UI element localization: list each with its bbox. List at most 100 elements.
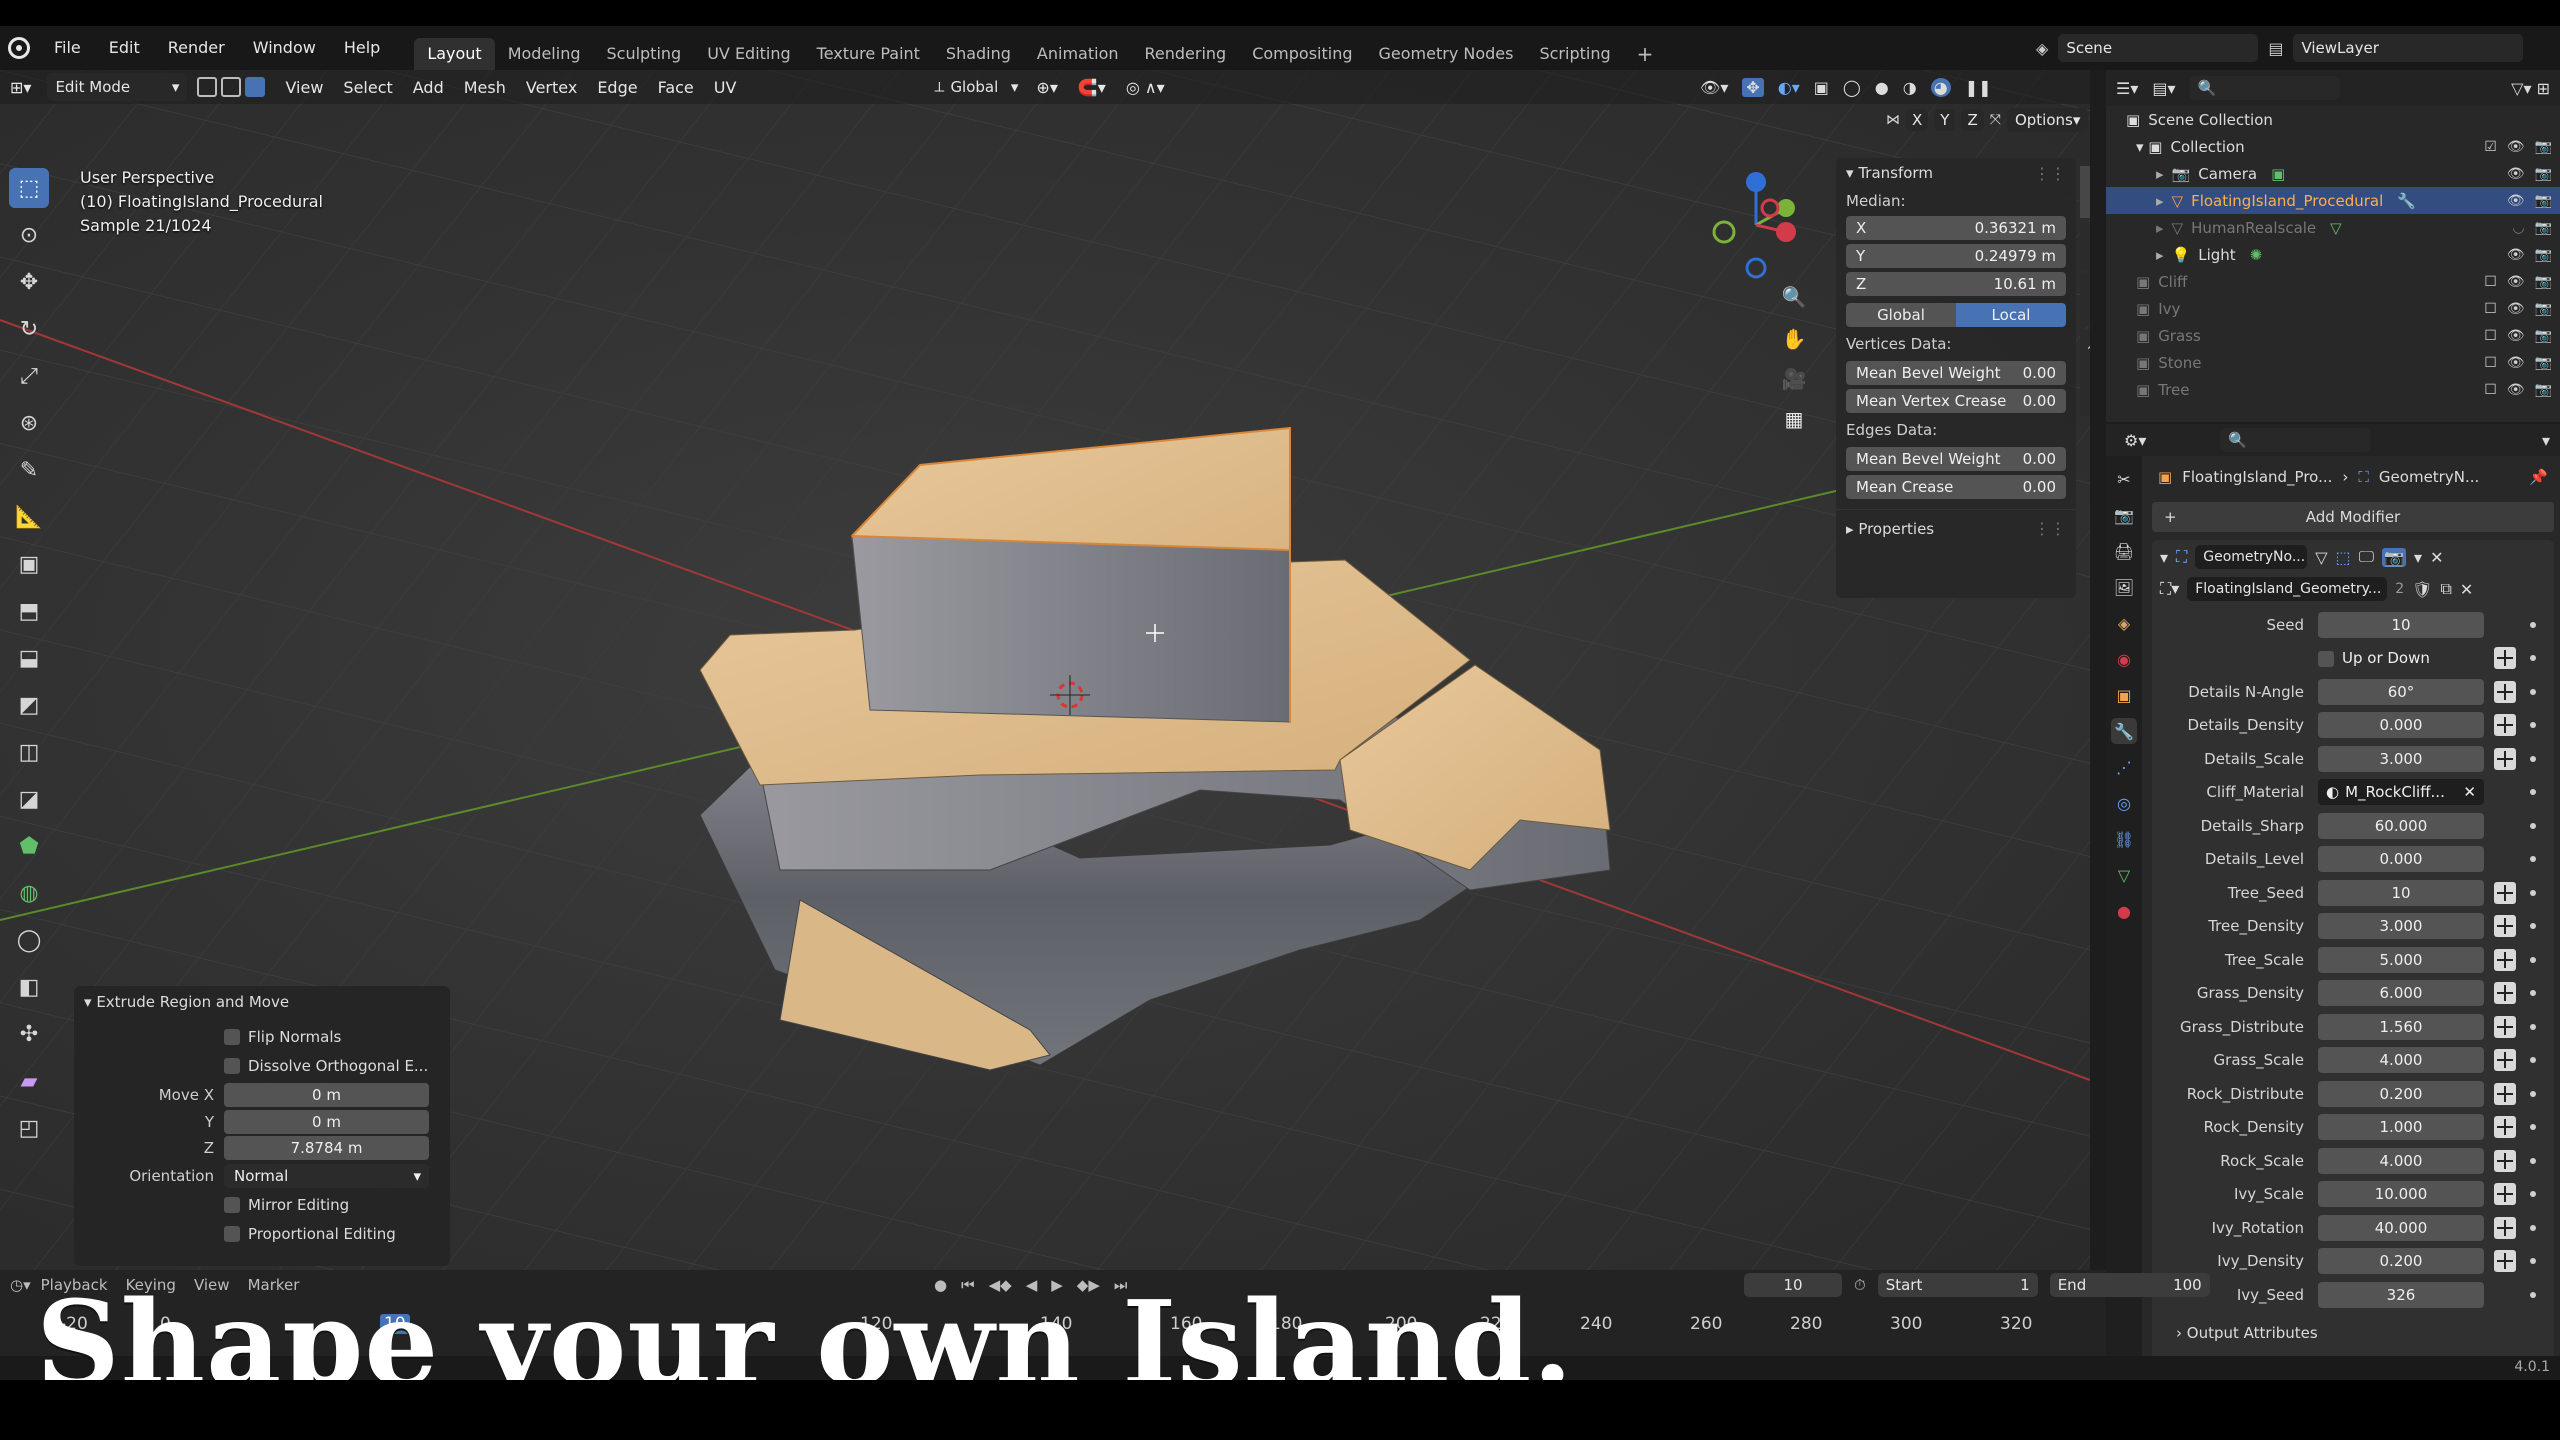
keyframe-dot-icon[interactable] [2530, 889, 2536, 896]
checkbox-icon[interactable]: ☐ [2484, 355, 2497, 371]
keyframe-dot-icon[interactable] [2530, 688, 2536, 695]
object-tab-icon[interactable]: ▣ [2111, 682, 2137, 708]
eye-icon[interactable]: 👁 [2507, 139, 2525, 155]
vertex-select-icon[interactable] [197, 77, 218, 97]
up-or-down-checkbox[interactable]: Up or Down [2318, 645, 2484, 671]
on-cage-icon[interactable]: ⬚ [2336, 548, 2351, 567]
attribute-toggle-icon[interactable] [2494, 1216, 2516, 1239]
move-tool-icon[interactable]: ✥ [9, 262, 49, 302]
keyframe-dot-icon[interactable] [2530, 856, 2536, 863]
keyframe-dot-icon[interactable] [2530, 655, 2536, 662]
keyframe-dot-icon[interactable] [2530, 621, 2536, 628]
outliner-search-input[interactable]: 🔍 [2189, 76, 2340, 100]
camera-render-icon[interactable]: 📷 [2535, 274, 2552, 290]
auto-merge-icon[interactable]: ⤧ [1990, 112, 2001, 128]
pin-dropdown-icon[interactable]: ▾ [2542, 431, 2550, 450]
blender-logo-icon[interactable] [8, 37, 30, 59]
transform-tool-icon[interactable]: ⊛ [9, 403, 49, 443]
tab-texture-paint[interactable]: Texture Paint [804, 38, 933, 70]
collection-row-ivy[interactable]: ▣ Ivy ☐ 👁 📷 [2106, 295, 2560, 322]
navigation-gizmo[interactable] [1706, 170, 1806, 280]
median-x-field[interactable]: X 0.36321 m [1846, 216, 2066, 240]
menu-edit[interactable]: Edit [95, 26, 154, 70]
camera-render-icon[interactable]: 📷 [2535, 301, 2552, 317]
keyframe-dot-icon[interactable] [2530, 990, 2536, 997]
scale-tool-icon[interactable]: ⤢ [9, 356, 49, 396]
modifier-input-field[interactable]: 5.000 [2318, 946, 2484, 973]
collection-row-cliff[interactable]: ▣ Cliff ☐ 👁 📷 [2106, 268, 2560, 295]
sidebar-tab-view[interactable]: View [2080, 273, 2090, 327]
keyframe-dot-icon[interactable] [2530, 1291, 2536, 1298]
modifier-input-field[interactable]: 1.560 [2318, 1013, 2484, 1040]
collection-row-stone[interactable]: ▣ Stone ☐ 👁 📷 [2106, 349, 2560, 376]
edge-slide-tool-icon[interactable]: ◧ [9, 967, 49, 1007]
tab-scripting[interactable]: Scripting [1526, 38, 1623, 70]
checkbox-icon[interactable]: ☑ [2484, 139, 2497, 155]
modifier-input-field[interactable]: 0.000 [2318, 846, 2484, 873]
mirror-y[interactable]: Y [1934, 109, 1956, 131]
rendered-shading-icon[interactable]: ◕ [1930, 77, 1951, 97]
attribute-toggle-icon[interactable] [2494, 1082, 2516, 1105]
tab-geometry-nodes[interactable]: Geometry Nodes [1366, 38, 1527, 70]
proportional-icon[interactable]: ◎ ∧▾ [1116, 78, 1175, 97]
tab-rendering[interactable]: Rendering [1132, 38, 1240, 70]
duplicate-icon[interactable]: ⧉ [2440, 579, 2451, 599]
material-tab-icon[interactable]: ● [2111, 898, 2137, 924]
tool-tab-icon[interactable]: ✂ [2111, 466, 2137, 492]
render-tab-icon[interactable]: 📷 [2111, 502, 2137, 528]
attribute-toggle-icon[interactable] [2494, 1015, 2516, 1038]
scene-field[interactable]: Scene [2058, 34, 2259, 62]
output-attributes-subpanel[interactable]: › Output Attributes [2152, 1316, 2554, 1350]
mirror-icon[interactable]: ⋈ [1886, 112, 1900, 128]
mirror-editing-checkbox[interactable] [224, 1196, 240, 1213]
median-y-field[interactable]: Y 0.24979 m [1846, 244, 2066, 268]
properties-editor-icon[interactable]: ⚙▾ [2124, 431, 2146, 450]
sidebar-tab-item[interactable]: Item [2080, 166, 2090, 218]
menu-select[interactable]: Select [333, 78, 402, 97]
attribute-toggle-icon[interactable] [2494, 1183, 2516, 1206]
tab-modeling[interactable]: Modeling [495, 38, 594, 70]
sidebar-tab-quickmat[interactable]: QuickMat [2080, 330, 2090, 417]
outliner-item-camera[interactable]: ▸ 📷 Camera ▣ 👁 📷 [2106, 160, 2560, 187]
tab-animation[interactable]: Animation [1024, 38, 1132, 70]
world-tab-icon[interactable]: ◉ [2111, 646, 2137, 672]
eye-icon[interactable]: 👁 [2507, 301, 2525, 317]
camera-render-icon[interactable]: 📷 [2535, 247, 2552, 263]
keyframe-dot-icon[interactable] [2530, 755, 2536, 762]
camera-render-icon[interactable]: 📷 [2535, 139, 2552, 155]
modifier-input-field[interactable]: 6.000 [2318, 980, 2484, 1007]
keyframe-dot-icon[interactable] [2530, 1057, 2536, 1064]
edge-select-icon[interactable] [221, 77, 242, 97]
xray-icon[interactable]: ▣ [1814, 78, 1829, 97]
keyframe-dot-icon[interactable] [2530, 822, 2536, 829]
keyframe-dot-icon[interactable] [2530, 1157, 2536, 1164]
node-tree-icon[interactable]: ⛶▾ [2160, 579, 2179, 599]
attribute-toggle-icon[interactable] [2494, 1149, 2516, 1172]
vertex-bevel-weight-field[interactable]: Mean Bevel Weight 0.00 [1846, 361, 2066, 385]
material-shading-icon[interactable]: ◑ [1903, 78, 1917, 97]
shrink-fatten-tool-icon[interactable]: ✣ [9, 1014, 49, 1054]
mode-selector[interactable]: Edit Mode ▾ [47, 73, 188, 101]
outliner-item-light[interactable]: ▸ 💡 Light ✺ 👁 📷 [2106, 241, 2560, 268]
keyframe-dot-icon[interactable] [2530, 923, 2536, 930]
view-layer-field[interactable]: ViewLayer [2293, 34, 2524, 62]
options-dropdown[interactable]: Options ▾ [2006, 108, 2089, 132]
scene-collection-row[interactable]: ▣ Scene Collection [2106, 106, 2560, 133]
viewport-display-icon[interactable]: 🖵 [2359, 547, 2374, 567]
editor-type-icon[interactable]: ⊞▾ [0, 78, 41, 97]
mirror-x[interactable]: X [1906, 109, 1929, 131]
attribute-toggle-icon[interactable] [2494, 680, 2516, 703]
render-display-icon[interactable]: 📷 [2382, 547, 2407, 567]
menu-help[interactable]: Help [330, 26, 394, 70]
collection-row-grass[interactable]: ▣ Grass ☐ 👁 📷 [2106, 322, 2560, 349]
checkbox-icon[interactable]: ☐ [2484, 328, 2497, 344]
menu-uv[interactable]: UV [704, 78, 747, 97]
particles-tab-icon[interactable]: ⋰ [2111, 754, 2137, 780]
operator-header[interactable]: ▾ Extrude Region and Move [74, 986, 450, 1018]
modifier-input-field[interactable]: 3.000 [2318, 913, 2484, 940]
attribute-toggle-icon[interactable] [2494, 647, 2516, 670]
tab-sculpting[interactable]: Sculpting [593, 38, 694, 70]
scene-tab-icon[interactable]: ◈ [2111, 610, 2137, 636]
global-toggle[interactable]: Global [1846, 303, 1956, 327]
menu-face[interactable]: Face [648, 78, 704, 97]
